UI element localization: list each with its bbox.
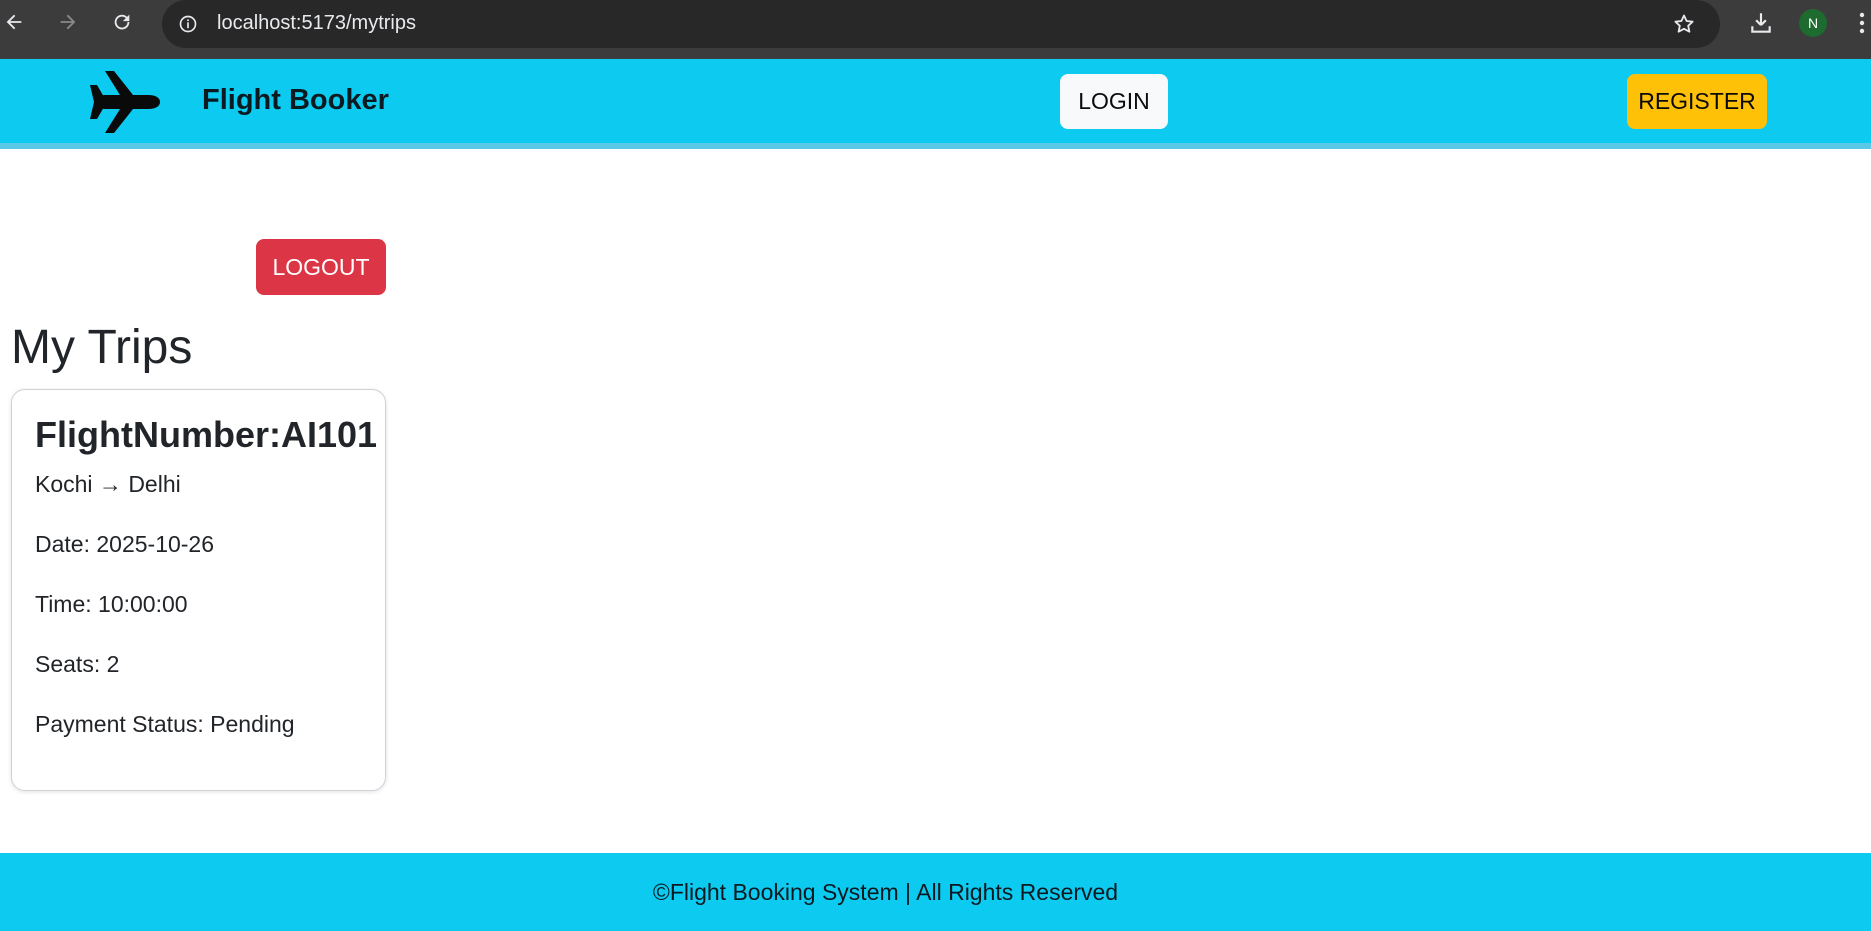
- browser-toolbar: localhost:5173/mytrips N: [0, 0, 1871, 59]
- footer: ©Flight Booking System | All Rights Rese…: [0, 853, 1871, 931]
- airplane-icon[interactable]: [90, 69, 162, 135]
- more-menu-icon[interactable]: [1856, 9, 1868, 37]
- trip-card: FlightNumber:AI101 Kochi → Delhi Date: 2…: [11, 389, 386, 791]
- trip-route: Kochi → Delhi: [35, 471, 181, 497]
- profile-avatar[interactable]: N: [1799, 9, 1827, 37]
- address-bar[interactable]: localhost:5173/mytrips: [162, 0, 1720, 48]
- page-title: My Trips: [11, 321, 193, 374]
- trip-time: Time: 10:00:00: [35, 591, 188, 617]
- url-text[interactable]: localhost:5173/mytrips: [217, 12, 416, 35]
- forward-arrow-icon[interactable]: [54, 8, 82, 36]
- brand-title[interactable]: Flight Booker: [202, 84, 389, 117]
- login-button[interactable]: LOGIN: [1060, 74, 1168, 129]
- trip-payment-status: Payment Status: Pending: [35, 711, 295, 737]
- back-arrow-icon[interactable]: [0, 8, 28, 36]
- trip-seats: Seats: 2: [35, 651, 120, 677]
- download-icon[interactable]: [1746, 8, 1776, 38]
- flight-number: FlightNumber:AI101: [35, 414, 378, 455]
- navbar: Flight Booker LOGIN REGISTER: [0, 59, 1871, 149]
- footer-text: ©Flight Booking System | All Rights Rese…: [652, 878, 1119, 905]
- logout-button[interactable]: LOGOUT: [256, 239, 386, 295]
- site-info-icon[interactable]: [176, 12, 200, 36]
- reload-icon[interactable]: [108, 8, 136, 36]
- register-button[interactable]: REGISTER: [1627, 74, 1767, 129]
- trip-date: Date: 2025-10-26: [35, 531, 215, 557]
- bookmark-star-icon[interactable]: [1670, 10, 1698, 38]
